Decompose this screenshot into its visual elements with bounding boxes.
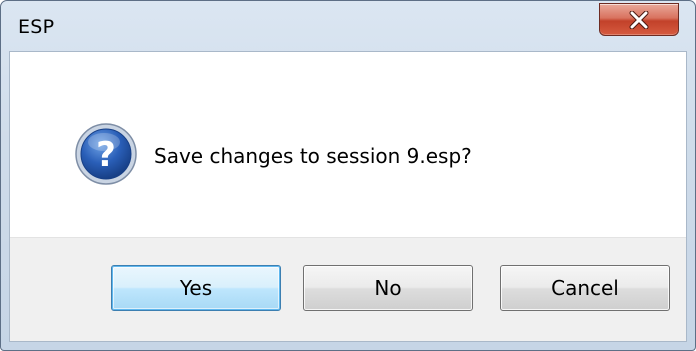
dialog-message: Save changes to session 9.esp? — [154, 144, 472, 168]
title-bar[interactable]: ESP — [1, 1, 695, 51]
window-title: ESP — [18, 16, 55, 38]
close-button[interactable] — [599, 3, 679, 36]
yes-button[interactable]: Yes — [111, 265, 281, 311]
dialog-window: ESP ? Save changes to session 9.esp? Yes… — [0, 0, 696, 351]
cancel-button[interactable]: Cancel — [500, 265, 670, 311]
close-icon — [629, 10, 649, 29]
message-area: ? Save changes to session 9.esp? — [10, 52, 686, 237]
no-button[interactable]: No — [303, 265, 473, 311]
button-bar: Yes No Cancel — [10, 237, 686, 341]
dialog-body: ? Save changes to session 9.esp? Yes No … — [9, 51, 687, 342]
question-icon: ? — [75, 123, 137, 185]
svg-text:?: ? — [96, 135, 116, 175]
